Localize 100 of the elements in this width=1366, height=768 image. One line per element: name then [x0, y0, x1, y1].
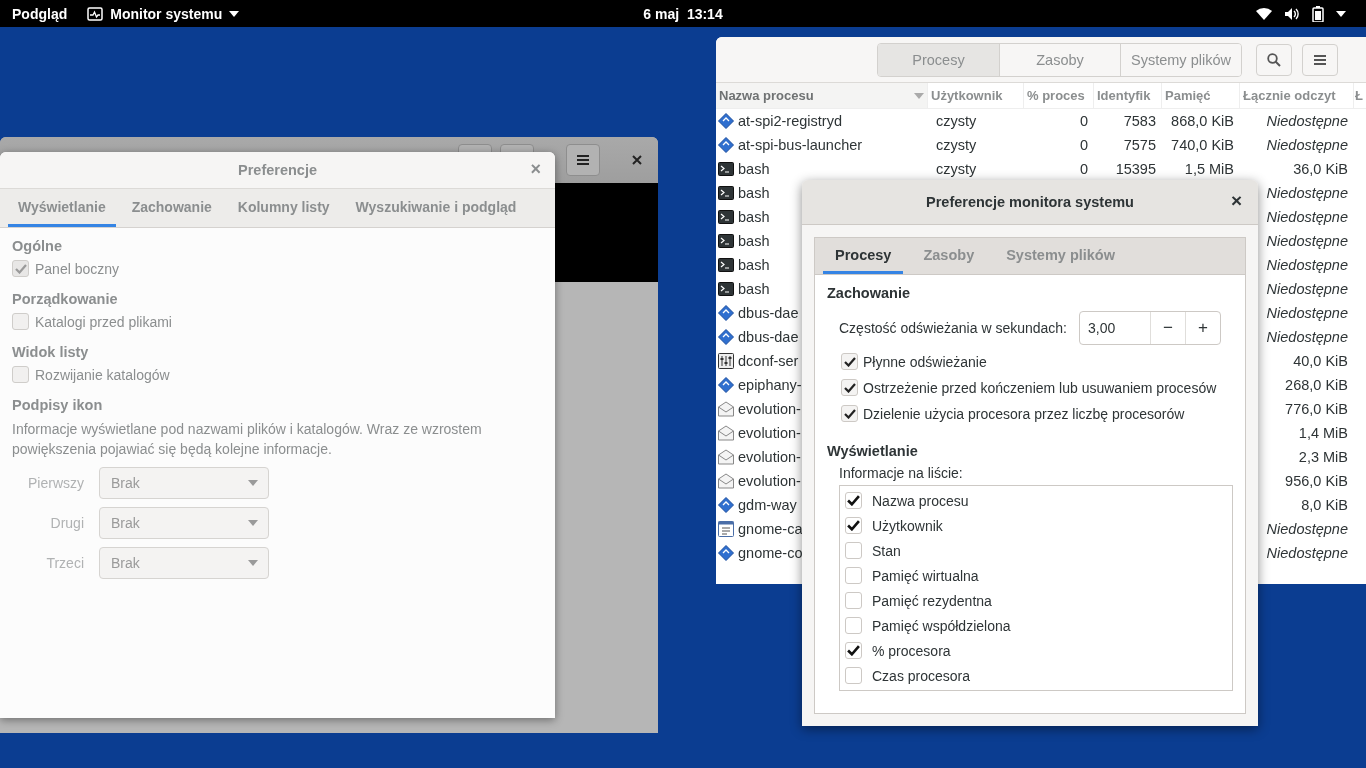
- menu-icon: [1314, 54, 1326, 65]
- close-icon[interactable]: [632, 155, 642, 165]
- checkbox-label: Płynne odświeżanie: [863, 353, 987, 370]
- process-name: bash: [738, 281, 770, 297]
- column-header[interactable]: Ł: [1354, 83, 1366, 108]
- table-cell-text: Niedostępne: [1265, 257, 1349, 273]
- process-name: evolution-: [738, 473, 801, 489]
- clock[interactable]: 6 maj 13:14: [643, 5, 723, 22]
- table-cell-text: Niedostępne: [1265, 281, 1349, 297]
- process-name: evolution-: [738, 401, 801, 417]
- view-tab[interactable]: Procesy: [878, 43, 999, 76]
- table-cell-text: Niedostępne: [1265, 329, 1349, 345]
- app-menu[interactable]: Monitor systemu: [87, 5, 240, 22]
- process-name: bash: [738, 233, 770, 249]
- view-tab[interactable]: Systemy plików: [1120, 43, 1241, 76]
- close-button[interactable]: ×: [1230, 190, 1242, 212]
- checkbox[interactable]: [845, 517, 862, 534]
- table-cell-text: 956,0 KiB: [1284, 473, 1349, 489]
- checkbox[interactable]: [845, 592, 862, 609]
- process-name: bash: [738, 209, 770, 225]
- dialog-title: Preferencje: [238, 162, 317, 178]
- menu-button[interactable]: [1302, 43, 1338, 76]
- table-cell-text: czysty: [935, 113, 978, 129]
- process-name: gdm-way: [738, 497, 797, 513]
- process-name: gnome-ca: [738, 521, 803, 537]
- checkbox-label: Stan: [872, 542, 901, 559]
- checkbox[interactable]: [845, 667, 862, 684]
- table-cell-text: 776,0 KiB: [1284, 401, 1349, 417]
- column-header[interactable]: Nazwa procesu: [716, 83, 928, 108]
- checkbox[interactable]: [841, 405, 858, 422]
- tab[interactable]: Zasoby: [911, 238, 987, 274]
- wifi-icon[interactable]: [1256, 6, 1272, 21]
- process-name: epiphany-: [738, 377, 802, 393]
- checkbox-label: Pamięć współdzielona: [872, 617, 1011, 634]
- decrement-button[interactable]: −: [1150, 312, 1185, 344]
- table-cell-text: 36,0 KiB: [1292, 161, 1349, 177]
- table-cell-text: czysty: [935, 137, 978, 153]
- section-heading: Ogólne: [12, 238, 63, 254]
- battery-icon[interactable]: [1312, 5, 1324, 22]
- column-header[interactable]: Użytkownik: [928, 83, 1024, 108]
- section-heading: Wyświetlanie: [827, 443, 919, 459]
- search-button[interactable]: [1256, 43, 1292, 76]
- caret-icon: [248, 480, 258, 486]
- process-name: dbus-dae: [738, 329, 799, 345]
- table-cell-text: Niedostępne: [1265, 209, 1349, 225]
- table-cell-text: 8,0 KiB: [1300, 497, 1349, 513]
- checkbox-label: Pamięć wirtualna: [872, 567, 979, 584]
- menu-button[interactable]: [566, 144, 600, 176]
- checkbox-label: Czas procesora: [872, 667, 971, 684]
- tab[interactable]: Systemy plików: [994, 238, 1127, 274]
- process-name: evolution-: [738, 449, 801, 465]
- checkbox[interactable]: [841, 379, 858, 396]
- column-header[interactable]: Identyfik: [1094, 83, 1162, 108]
- table-cell-text: 7583: [1122, 113, 1157, 129]
- volume-icon[interactable]: [1284, 6, 1300, 21]
- column-header[interactable]: % proces: [1024, 83, 1094, 108]
- increment-button[interactable]: +: [1185, 312, 1220, 344]
- table-cell-text: 0: [1078, 113, 1089, 129]
- sliders-icon: [718, 353, 734, 369]
- caret-icon: [248, 560, 258, 566]
- close-button[interactable]: ×: [526, 159, 545, 180]
- process-name: bash: [738, 185, 770, 201]
- checkbox[interactable]: [12, 313, 29, 330]
- tab[interactable]: Kolumny listy: [227, 189, 340, 227]
- process-name: gnome-co: [738, 545, 803, 561]
- dropdown[interactable]: Brak: [99, 467, 269, 499]
- list-label: Informacje na liście:: [839, 465, 964, 481]
- description-text: Informacje wyświetlane pod nazwami plików i katalogów. Wraz ze wzrostem powiększenia pojawiać się będą kolejne informacje.: [12, 420, 483, 459]
- dropdown-label: Pierwszy: [27, 475, 84, 491]
- tab[interactable]: Wyświetlanie: [8, 189, 116, 227]
- dropdown[interactable]: Brak: [99, 507, 269, 539]
- process-name: at-spi-bus-launcher: [738, 137, 863, 153]
- monitor-icon: [87, 6, 104, 21]
- column-header[interactable]: Łącznie odczyt: [1240, 83, 1354, 108]
- checkbox-label: Rozwijanie katalogów: [35, 366, 170, 383]
- table-cell-text: 1,5 MiB: [1183, 161, 1235, 177]
- checkbox[interactable]: [12, 260, 29, 277]
- table-cell-text: 0: [1078, 137, 1089, 153]
- checkbox[interactable]: [845, 567, 862, 584]
- caret-icon[interactable]: [1336, 10, 1346, 17]
- checkbox[interactable]: [12, 366, 29, 383]
- activities-button[interactable]: Podgląd: [12, 5, 68, 22]
- checkbox[interactable]: [845, 617, 862, 634]
- checkbox[interactable]: [845, 642, 862, 659]
- checkbox[interactable]: [845, 492, 862, 509]
- tab[interactable]: Wyszukiwanie i podgląd: [345, 189, 527, 227]
- table-cell-text: 268,0 KiB: [1284, 377, 1349, 393]
- table-cell-text: Niedostępne: [1265, 305, 1349, 321]
- checkbox[interactable]: [841, 353, 858, 370]
- menu-icon: [577, 155, 589, 165]
- table-cell-text: 7575: [1122, 137, 1157, 153]
- checkbox-label: Panel boczny: [35, 260, 120, 277]
- checkbox-label: Ostrzeżenie przed kończeniem lub usuwaniem procesów: [863, 379, 1217, 396]
- checkbox-label: Katalogi przed plikami: [35, 313, 172, 330]
- process-name: at-spi2-registryd: [738, 113, 842, 129]
- checkbox[interactable]: [845, 542, 862, 559]
- dropdown[interactable]: Brak: [99, 547, 269, 579]
- column-header[interactable]: Pamięć: [1162, 83, 1240, 108]
- tab[interactable]: Zachowanie: [121, 189, 222, 227]
- spin-button[interactable]: 3,00 − +: [1079, 311, 1221, 345]
